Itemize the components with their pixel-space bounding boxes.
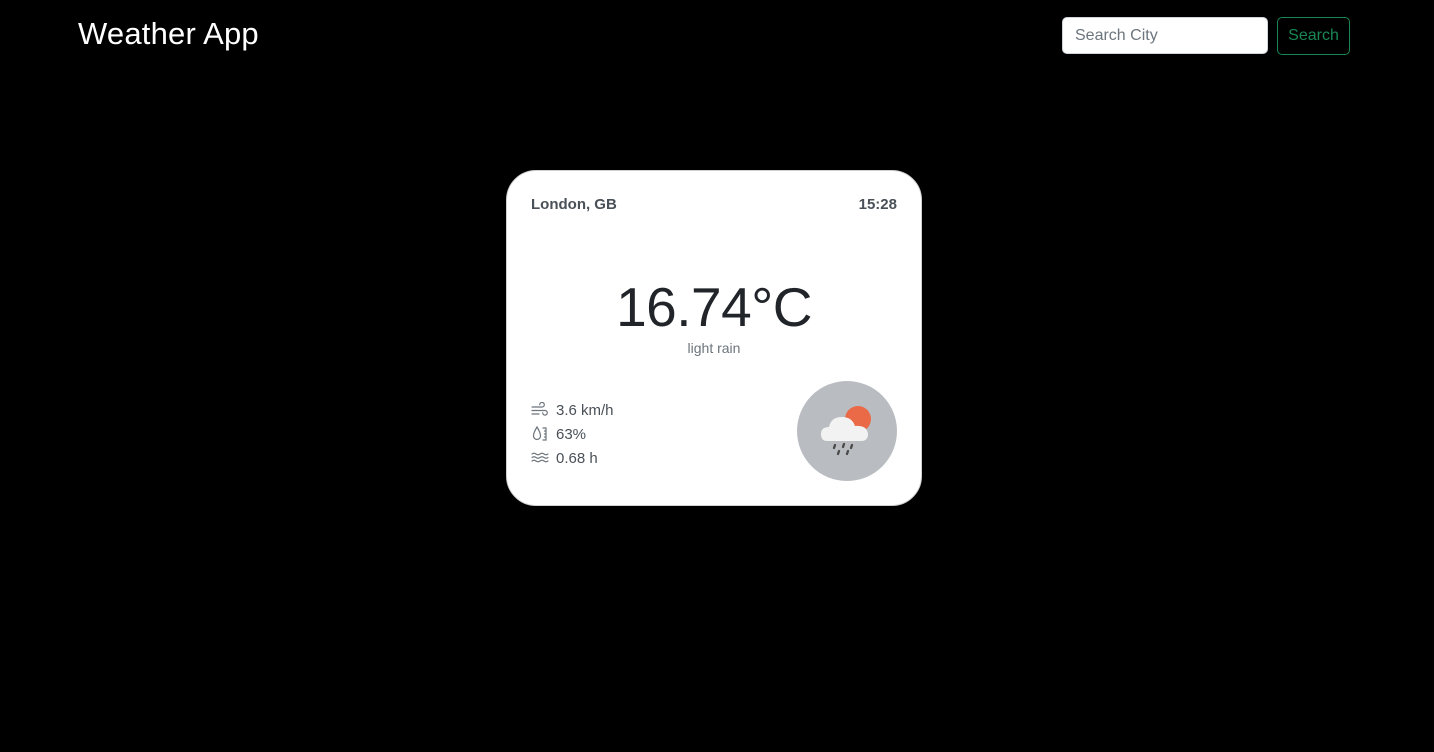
- time-label: 15:28: [858, 196, 897, 213]
- visibility-stat: 0.68 h: [531, 446, 614, 470]
- location-label: London, GB: [531, 196, 617, 213]
- rain-cloud-sun-icon: [821, 406, 871, 456]
- navbar: Weather App Search: [0, 0, 1434, 76]
- humidity-stat: 63%: [531, 422, 614, 446]
- wind-icon: [531, 401, 549, 419]
- temperature-value: 16.74°C: [616, 276, 812, 338]
- weather-description: light rain: [687, 340, 741, 356]
- search-input[interactable]: [1062, 17, 1268, 54]
- search-button[interactable]: Search: [1277, 17, 1350, 55]
- weather-stats: 3.6 km/h 63% 0.68 h: [531, 398, 614, 470]
- app-title: Weather App: [78, 16, 259, 51]
- waves-icon: [531, 449, 549, 467]
- humidity-icon: [531, 425, 549, 443]
- wind-stat: 3.6 km/h: [531, 398, 614, 422]
- weather-card: London, GB 15:28 16.74°C light rain 3.6 …: [506, 170, 922, 506]
- weather-icon-circle: [797, 381, 897, 481]
- humidity-value: 63%: [556, 425, 587, 443]
- visibility-value: 0.68 h: [556, 449, 598, 467]
- wind-value: 3.6 km/h: [556, 401, 614, 419]
